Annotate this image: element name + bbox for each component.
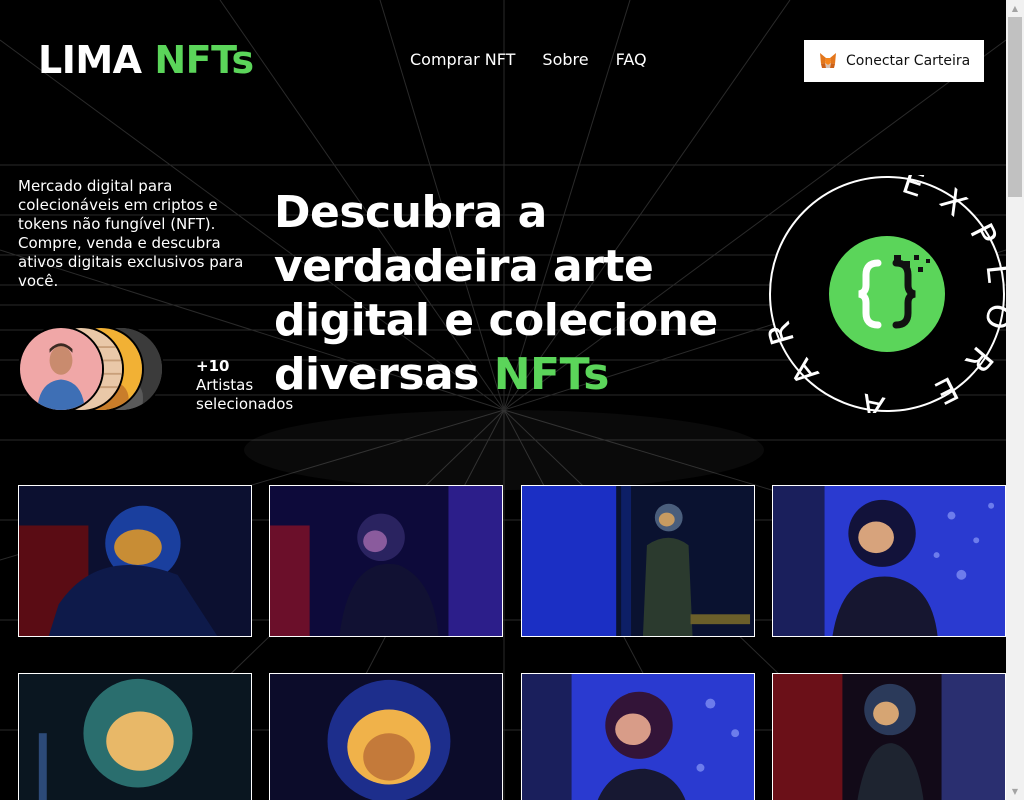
nft-card[interactable] <box>269 673 503 800</box>
nav-buy-nft[interactable]: Comprar NFT <box>410 50 515 69</box>
logo-accent-text: NFTs <box>154 38 254 82</box>
scroll-up-arrow-icon[interactable]: ▲ <box>1006 0 1024 17</box>
nft-card[interactable] <box>772 485 1006 637</box>
nft-card[interactable] <box>18 485 252 637</box>
artist-avatars <box>18 326 193 412</box>
logo-main-text: LIMA <box>38 38 155 82</box>
connect-wallet-label: Conectar Carteira <box>846 53 971 69</box>
nft-card[interactable] <box>772 673 1006 800</box>
nft-card[interactable] <box>521 673 755 800</box>
metamask-fox-icon <box>818 51 838 71</box>
connect-wallet-button[interactable]: Conectar Carteira <box>804 40 984 82</box>
nav-about[interactable]: Sobre <box>542 50 588 69</box>
headline-accent-text: NFTs <box>493 349 610 400</box>
page: LIMA NFTs Comprar NFT Sobre FAQ Conectar… <box>0 0 1006 800</box>
hero-description: Mercado digital para colecionáveis em cr… <box>18 177 244 290</box>
scroll-thumb[interactable] <box>1008 17 1022 197</box>
badge-center <box>829 236 945 352</box>
main-nav: Comprar NFT Sobre FAQ <box>410 50 647 69</box>
nft-card[interactable] <box>269 485 503 637</box>
scroll-down-arrow-icon[interactable]: ▼ <box>1006 783 1024 800</box>
site-logo[interactable]: LIMA NFTs <box>38 38 254 82</box>
explore-badge[interactable]: EXPLORE A ARTE <box>748 145 1006 427</box>
nft-card[interactable] <box>18 673 252 800</box>
vertical-scrollbar[interactable]: ▲ ▼ <box>1006 0 1024 800</box>
nft-card[interactable] <box>521 485 755 637</box>
nav-faq[interactable]: FAQ <box>616 50 647 69</box>
artist-avatar-1 <box>18 326 104 412</box>
hero-headline: Descubra a verdadeira arte digital e col… <box>274 186 744 402</box>
